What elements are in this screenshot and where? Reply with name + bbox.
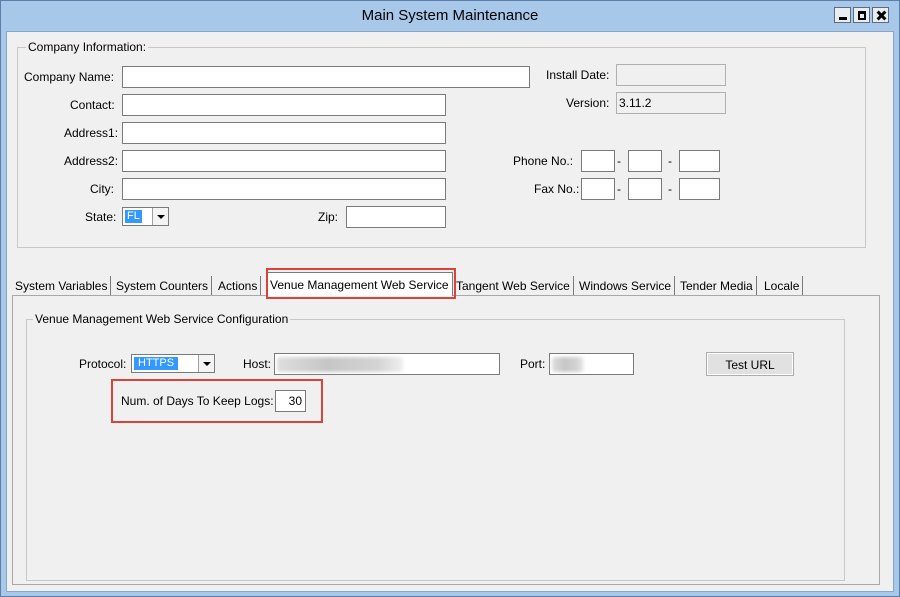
city-label: City: xyxy=(90,182,114,196)
vmws-config-title: Venue Management Web Service Configurati… xyxy=(33,312,291,326)
tab-strip: System Variables System Counters Actions… xyxy=(12,272,812,296)
tab-system-counters[interactable]: System Counters xyxy=(113,276,213,296)
version-label: Version: xyxy=(566,96,610,110)
protocol-label: Protocol: xyxy=(79,357,127,371)
state-select[interactable]: FL xyxy=(122,207,169,226)
company-name-label: Company Name: xyxy=(24,70,115,84)
company-info-group: Company Information: Company Name: Conta… xyxy=(17,40,866,248)
phone-line-field[interactable] xyxy=(679,150,720,172)
fax-line-field[interactable] xyxy=(679,178,720,200)
client-area: Company Information: Company Name: Conta… xyxy=(6,31,894,592)
version-value: 3.11.2 xyxy=(619,96,652,110)
protocol-value: HTTPS xyxy=(134,357,179,370)
minimize-icon[interactable] xyxy=(834,7,851,23)
address2-field[interactable] xyxy=(122,150,446,172)
fax-separator-1: - xyxy=(617,182,621,196)
tab-locale[interactable]: Locale xyxy=(761,276,804,296)
phone-separator-2: - xyxy=(668,154,672,168)
window-controls xyxy=(834,7,889,23)
tab-system-variables[interactable]: System Variables xyxy=(12,276,112,296)
test-url-button[interactable]: Test URL xyxy=(706,352,794,376)
chevron-down-icon[interactable] xyxy=(198,355,214,372)
address1-field[interactable] xyxy=(122,122,446,144)
company-name-field[interactable] xyxy=(122,66,530,88)
tab-windows-service[interactable]: Windows Service xyxy=(576,276,676,296)
protocol-select[interactable]: HTTPS xyxy=(131,354,215,373)
port-label: Port: xyxy=(520,357,546,371)
zip-label: Zip: xyxy=(318,210,339,224)
tab-actions[interactable]: Actions xyxy=(215,276,262,296)
host-field[interactable] xyxy=(274,353,500,375)
company-info-title: Company Information: xyxy=(26,40,149,54)
contact-label: Contact: xyxy=(70,98,115,112)
phone-prefix-field[interactable] xyxy=(628,150,662,172)
port-field[interactable] xyxy=(549,353,634,375)
fax-prefix-field[interactable] xyxy=(628,178,662,200)
address1-label: Address1: xyxy=(64,126,119,140)
contact-field[interactable] xyxy=(122,94,446,116)
install-date-label: Install Date: xyxy=(546,68,610,82)
zip-field[interactable] xyxy=(346,206,446,228)
fax-area-field[interactable] xyxy=(581,178,615,200)
phone-separator-1: - xyxy=(617,154,621,168)
state-value: FL xyxy=(125,210,142,223)
port-value-redacted xyxy=(552,357,584,372)
host-label: Host: xyxy=(243,357,272,371)
main-window: Main System Maintenance Company Informat… xyxy=(0,0,900,597)
phone-label: Phone No.: xyxy=(513,154,574,168)
city-field[interactable] xyxy=(122,178,446,200)
vmws-tab-panel: Venue Management Web Service Configurati… xyxy=(12,295,880,585)
days-to-keep-logs-label: Num. of Days To Keep Logs: xyxy=(121,394,274,408)
tab-tender-media[interactable]: Tender Media xyxy=(677,276,757,296)
maximize-icon[interactable] xyxy=(853,7,870,23)
fax-separator-2: - xyxy=(668,182,672,196)
host-value-redacted xyxy=(277,357,403,372)
chevron-down-icon[interactable] xyxy=(152,208,168,225)
address2-label: Address2: xyxy=(64,154,119,168)
tab-venue-management-web-service[interactable]: Venue Management Web Service xyxy=(266,272,453,296)
window-title: Main System Maintenance xyxy=(361,7,539,24)
days-to-keep-logs-field[interactable] xyxy=(275,390,306,412)
tab-tangent-web-service[interactable]: Tangent Web Service xyxy=(453,276,574,296)
install-date-field xyxy=(616,64,726,86)
state-label: State: xyxy=(85,210,117,224)
fax-label: Fax No.: xyxy=(534,182,580,196)
phone-area-field[interactable] xyxy=(581,150,615,172)
version-field: 3.11.2 xyxy=(616,92,726,114)
close-icon[interactable] xyxy=(872,7,889,23)
vmws-config-group: Venue Management Web Service Configurati… xyxy=(26,312,845,581)
